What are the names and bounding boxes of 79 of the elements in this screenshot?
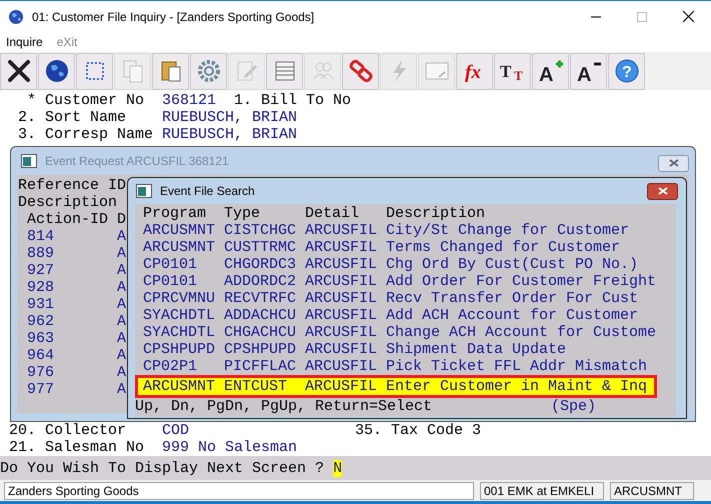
field-label: Description — [17, 194, 118, 211]
table-cell-text: 976 — [27, 364, 56, 381]
field-value: COD — [162, 422, 190, 439]
close-icon — [668, 159, 678, 167]
chain-link-icon — [346, 57, 374, 85]
table-row[interactable]: CPSHPUPD CPSHPUPD ARCUSFIL Shipment Data Update — [135, 341, 676, 358]
table-row[interactable]: SYACHDTL ADDACHCU ARCUSFIL Add ACH Account for Customer — [135, 307, 676, 324]
table-cell-text: 962 — [27, 313, 56, 330]
window-title: 01: Customer File Inquiry - [Zanders Sporting Goods] — [32, 8, 314, 26]
prompt-text: Do You Wish To Display Next Screen ? — [0, 460, 324, 476]
table-row[interactable]: ARCUSMNT ENTCUST ARCUSFIL Enter Customer in Maint & Inq — [135, 375, 657, 398]
table-cell: A — [117, 347, 126, 364]
window-icon — [21, 154, 37, 168]
maximize-icon — [637, 12, 647, 22]
column-header: Program — [143, 205, 208, 222]
table-row[interactable]: ARCUSMNT CISTCHGC ARCUSFIL City/St Change for Customer — [135, 222, 676, 239]
help-text: Up, Dn, PgDn, PgUp, Return=Select — [135, 398, 434, 415]
table-cell-text: 927 — [27, 262, 56, 279]
table-cell-text: 963 — [27, 330, 56, 347]
column-header: Action-ID — [27, 211, 110, 228]
menu-item[interactable]: Inquire — [6, 33, 43, 51]
table-cell-text: 931 — [27, 296, 56, 313]
field-number: * — [26, 92, 36, 109]
window-icon — [136, 184, 152, 198]
table-cell-text: 977 — [27, 381, 56, 398]
field-value: 999 No Salesman — [162, 439, 298, 456]
column-header: Description — [386, 205, 486, 222]
toolbar-button[interactable] — [38, 52, 75, 90]
field-label: Reference ID — [17, 177, 126, 194]
table-cell-text: 964 — [27, 347, 56, 364]
status-field: Zanders Sporting Goods — [4, 482, 474, 500]
field-label: Sort Name — [45, 109, 128, 126]
table-cell: A — [117, 381, 126, 398]
table-cell: A — [117, 262, 126, 279]
table-cell: A — [117, 279, 126, 296]
field-label: Corresp Name — [45, 126, 154, 143]
close-button[interactable] — [647, 182, 678, 200]
table-cell: A — [117, 330, 126, 347]
close-icon — [682, 11, 694, 22]
table-row[interactable]: CP0101 ADDORDC2 ARCUSFIL Add Order For Customer Freight — [135, 273, 676, 290]
table-cell: A — [117, 245, 126, 262]
table-row[interactable]: CP02P1 PICFFLAC ARCUSFIL Pick Ticket FFL Addr Mismatch — [135, 358, 676, 375]
help-text: (Spe) — [551, 398, 596, 415]
field-number: 21. — [8, 439, 36, 456]
column-header: D — [117, 211, 126, 228]
status-field: ARCUSMNT — [610, 482, 694, 500]
field-label: Salesman No — [45, 439, 146, 456]
table-row[interactable]: ARCUSMNT CUSTTRMC ARCUSFIL Terms Changed for Customer — [135, 239, 676, 256]
table-cell: A — [117, 228, 126, 245]
minimize-icon — [591, 16, 601, 18]
field-value: 368121 — [162, 92, 218, 109]
field-label: Customer No — [45, 92, 146, 109]
column-header: Type — [224, 205, 262, 222]
table-cell-text: 928 — [27, 279, 56, 296]
prompt-input[interactable]: N — [333, 460, 342, 476]
dialog-title: Event Request ARCUSFIL 368121 — [45, 153, 229, 170]
toolbar-button[interactable] — [0, 52, 37, 90]
field-value: RUEBUSCH, BRIAN — [162, 126, 298, 143]
column-header: Detail — [305, 205, 360, 222]
field-label: 1. Bill To No — [234, 92, 352, 109]
dialog-title: Event File Search — [160, 183, 255, 200]
field-number: 2. — [16, 109, 36, 126]
close-icon — [658, 187, 668, 195]
globe-icon — [8, 8, 24, 24]
table-cell-text: 889 — [27, 245, 56, 262]
field-value: RUEBUSCH, BRIAN — [162, 109, 298, 126]
table-cell: A — [117, 364, 126, 381]
table-cell-text: 814 — [27, 228, 56, 245]
field-label: Collector — [45, 422, 128, 439]
field-number: 20. — [8, 422, 36, 439]
table-row[interactable]: CPRCVMNU RECVTRFC ARCUSFIL Recv Transfer Order For Cust — [135, 290, 676, 307]
table-row[interactable]: CP0101 CHGORDC3 ARCUSFIL Chg Ord By Cust(Cust PO No.) — [135, 256, 676, 273]
toolbar-button[interactable] — [76, 52, 113, 90]
field-number: 3. — [16, 126, 36, 143]
field-label: 35. Tax Code 3 — [354, 422, 482, 439]
table-cell: A — [117, 313, 126, 330]
table-cell: A — [117, 296, 126, 313]
status-field: 001 EMK at EMKELI — [480, 482, 604, 500]
table-row[interactable]: SYACHDTL CHGACHCU ARCUSFIL Change ACH Account for Custome — [135, 324, 676, 341]
